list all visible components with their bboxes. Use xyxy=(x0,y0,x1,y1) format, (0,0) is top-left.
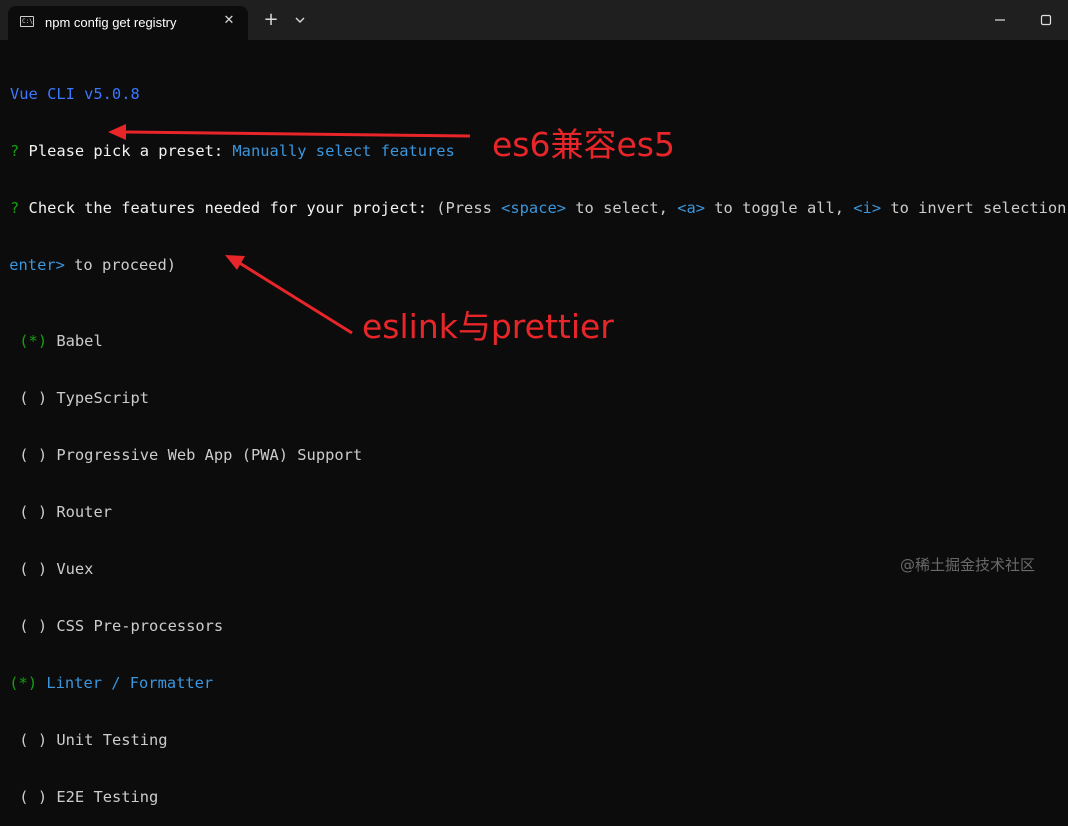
checkbox-unchecked[interactable]: ( ) xyxy=(19,788,47,806)
checkbox-unchecked[interactable]: ( ) xyxy=(19,731,47,749)
feature-label: E2E Testing xyxy=(56,788,159,806)
feature-option-css-preprocessors[interactable]: ( ) CSS Pre-processors xyxy=(10,617,1068,636)
feature-option-e2e-testing[interactable]: ( ) E2E Testing xyxy=(10,788,1068,807)
feature-option-unit-testing[interactable]: ( ) Unit Testing xyxy=(10,731,1068,750)
checkbox-checked[interactable]: (*) xyxy=(10,674,37,692)
checkbox-unchecked[interactable]: ( ) xyxy=(19,617,47,635)
arrow-to-babel xyxy=(108,124,471,140)
annotation-arrows xyxy=(108,124,471,335)
watermark: @稀土掘金技术社区 xyxy=(900,556,1036,574)
arrow-to-linter xyxy=(225,255,353,335)
annotation-linter: eslink与prettier xyxy=(362,307,614,346)
feature-label: CSS Pre-processors xyxy=(56,617,224,635)
feature-option-linter[interactable]: >(*) Linter / Formatter xyxy=(10,674,1068,693)
feature-label: Linter / Formatter xyxy=(46,674,214,692)
annotation-babel: es6兼容es5 xyxy=(492,125,675,164)
feature-label: Unit Testing xyxy=(56,731,168,749)
